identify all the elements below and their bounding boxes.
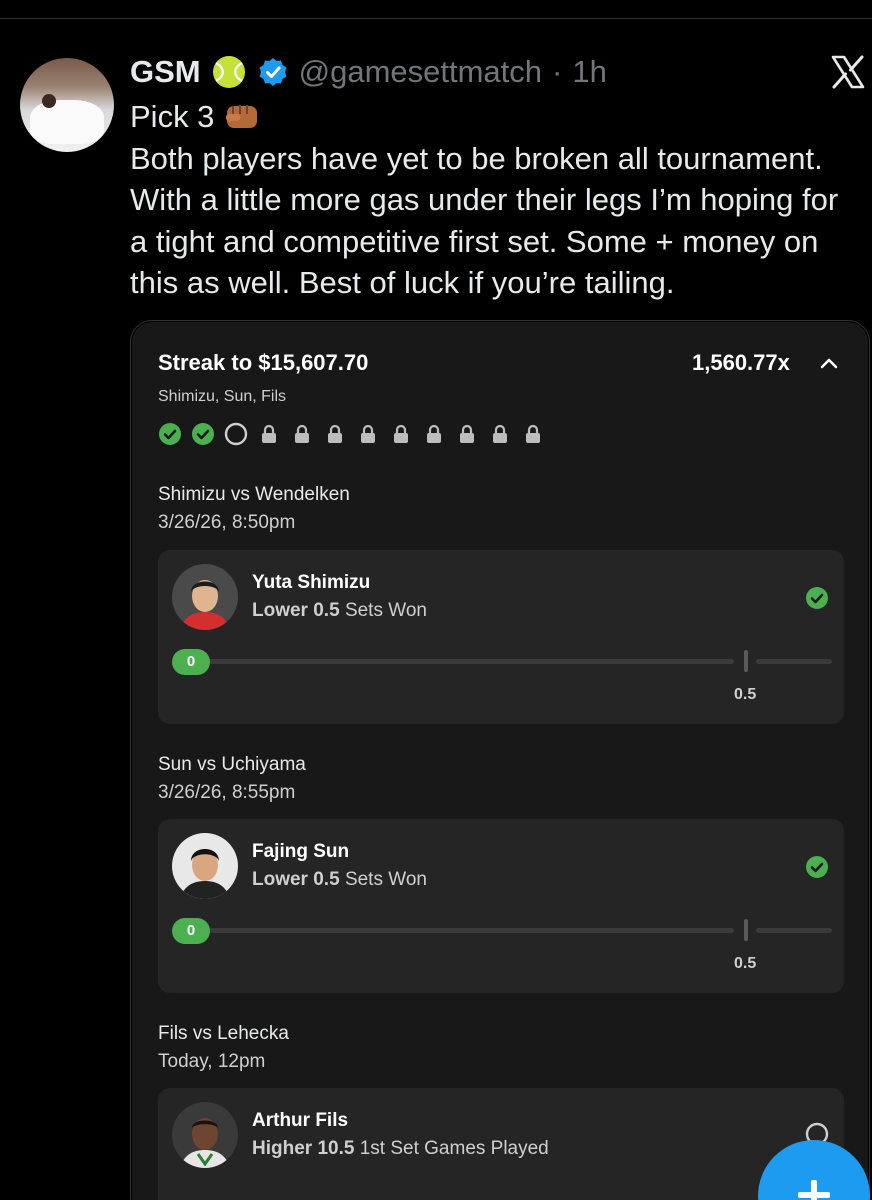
pick-direction: Higher 10.5 xyxy=(252,1138,355,1159)
player-name: Arthur Fils xyxy=(252,1110,349,1131)
lock-icon xyxy=(389,422,413,446)
match-date: 3/26/26, 8:50pm xyxy=(158,512,296,533)
pick-card[interactable]: Fajing Sun Lower 0.5 Sets Won 0 0.5 xyxy=(158,819,844,993)
progress-track-end xyxy=(756,928,832,933)
lock-icon xyxy=(455,422,479,446)
plus-icon-bar xyxy=(798,1192,830,1198)
embedded-image-card[interactable]: Streak to $15,607.70 1,560.77x Shimizu, … xyxy=(130,320,870,1200)
pick-stat: 1st Set Games Played xyxy=(359,1138,549,1159)
check-circle-icon xyxy=(805,855,829,879)
x-logo-icon[interactable] xyxy=(830,54,866,90)
lock-icon xyxy=(356,422,380,446)
tweet-text-line-2: Both players have yet to be broken all t… xyxy=(130,140,823,176)
current-value-pill: 0 xyxy=(172,918,210,944)
pick-card[interactable]: Arthur Fils Higher 10.5 1st Set Games Pl… xyxy=(158,1088,844,1200)
avatar-head xyxy=(42,94,56,108)
match-title: Shimizu vs Wendelken xyxy=(158,484,350,505)
target-marker xyxy=(744,650,748,672)
streak-multiplier: 1,560.77x xyxy=(692,350,790,375)
fist-emoji-icon xyxy=(223,100,263,132)
pending-circle-icon xyxy=(224,422,248,446)
pick-label: Pick 3 xyxy=(130,99,215,134)
lock-icon xyxy=(521,422,545,446)
check-circle-icon xyxy=(805,586,829,610)
check-circle-icon xyxy=(191,422,215,446)
author-avatar[interactable] xyxy=(20,58,114,152)
author-handle[interactable]: @gamesettmatch xyxy=(299,54,542,90)
pick-line: Lower 0.5 Sets Won xyxy=(252,600,427,622)
player-name: Fajing Sun xyxy=(252,841,350,862)
chevron-up-icon[interactable] xyxy=(817,352,841,376)
tweet-timestamp[interactable]: 1h xyxy=(572,54,606,90)
streak-title: Streak to $15,607.70 xyxy=(158,350,369,375)
check-circle-icon xyxy=(158,422,182,446)
player-avatar xyxy=(172,1102,238,1168)
pick-card[interactable]: Yuta Shimizu Lower 0.5 Sets Won 0 0.5 xyxy=(158,550,844,724)
lock-icon xyxy=(257,422,281,446)
target-marker xyxy=(744,919,748,941)
lock-icon xyxy=(422,422,446,446)
tennis-ball-icon xyxy=(211,54,247,90)
author-name[interactable]: GSM xyxy=(130,54,201,90)
lock-icon xyxy=(290,422,314,446)
match-date: Today, 12pm xyxy=(158,1051,266,1072)
pick-direction: Lower 0.5 xyxy=(252,600,340,621)
player-avatar xyxy=(172,833,238,899)
top-divider xyxy=(0,18,872,19)
lock-icon xyxy=(323,422,347,446)
pick-line: Lower 0.5 Sets Won xyxy=(252,869,427,891)
target-value: 0.5 xyxy=(734,955,757,972)
pick-stat: Sets Won xyxy=(344,600,427,621)
match-date: 3/26/26, 8:55pm xyxy=(158,782,296,803)
tweet-text: Pick 3 Both players have yet to be broke… xyxy=(130,96,870,304)
target-value: 0.5 xyxy=(734,686,757,703)
player-avatar xyxy=(172,564,238,630)
pick-direction: Lower 0.5 xyxy=(252,869,340,890)
tweet-text-line-5: this as well. Best of luck if you’re tai… xyxy=(130,265,675,300)
streak-progress xyxy=(158,422,545,446)
progress-track xyxy=(188,659,734,664)
verified-badge-icon[interactable] xyxy=(257,56,289,88)
streak-players: Shimizu, Sun, Fils xyxy=(158,388,287,405)
pick-stat: Sets Won xyxy=(344,869,427,890)
streak-card: Streak to $15,607.70 1,560.77x Shimizu, … xyxy=(132,322,868,1200)
tweet-text-line-4: a tight and competitive first set. Some … xyxy=(130,223,819,259)
current-value-pill: 0 xyxy=(172,649,210,675)
tweet-text-line-3: With a little more gas under their legs … xyxy=(130,182,839,217)
player-name: Yuta Shimizu xyxy=(252,572,371,593)
lock-icon xyxy=(488,422,512,446)
tweet-header: GSM @gamesettmatch · 1h xyxy=(130,50,607,94)
progress-track xyxy=(188,928,734,933)
tweet-text-line-1: Pick 3 xyxy=(130,96,870,138)
pick-line: Higher 10.5 1st Set Games Played xyxy=(252,1138,549,1160)
avatar-figure xyxy=(30,100,104,144)
match-title: Sun vs Uchiyama xyxy=(158,754,306,775)
separator-dot: · xyxy=(552,54,563,89)
match-title: Fils vs Lehecka xyxy=(158,1023,289,1044)
progress-track-end xyxy=(756,659,832,664)
